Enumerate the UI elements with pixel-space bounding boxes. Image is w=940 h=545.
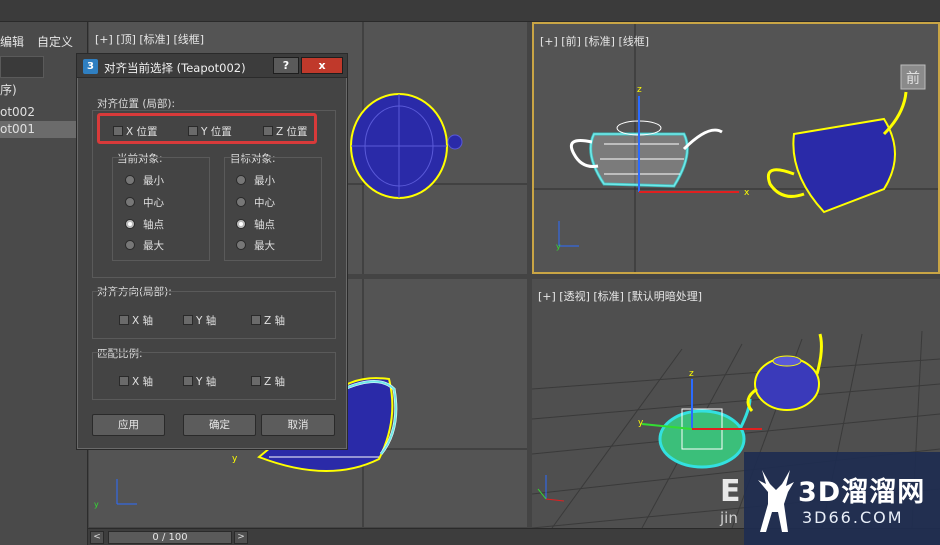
menu-customize[interactable]: 自定义 xyxy=(37,33,73,50)
current-center-radio[interactable]: 中心 xyxy=(125,195,164,210)
deer-logo-icon xyxy=(758,470,794,532)
axis-tripod-left: y y xyxy=(94,454,238,509)
highlight-annotation xyxy=(97,113,317,144)
teapot-top-view xyxy=(350,93,463,199)
list-item-teapot002[interactable]: ot002 xyxy=(0,104,88,121)
target-max-radio[interactable]: 最大 xyxy=(236,238,275,253)
align-selection-dialog: 3 对齐当前选择 (Teapot002) ? x 对齐位置 (局部): X 位置… xyxy=(76,53,348,450)
name-filter-input[interactable] xyxy=(0,56,44,78)
scale-z-checkbox[interactable]: Z 轴 xyxy=(251,374,285,389)
cancel-button[interactable]: 取消 xyxy=(261,414,335,436)
menu-edit[interactable]: 编辑 xyxy=(0,33,24,50)
current-pivot-radio[interactable]: 轴点 xyxy=(125,217,164,232)
dialog-title: 对齐当前选择 (Teapot002) xyxy=(104,61,246,75)
list-item-teapot001[interactable]: ot001 xyxy=(0,121,88,138)
ok-button[interactable]: 确定 xyxy=(183,414,256,436)
svg-text:z: z xyxy=(637,85,642,95)
watermark-logo-fragment: jin xyxy=(719,509,738,527)
svg-text:y: y xyxy=(94,500,99,509)
left-panel: 编辑 自定义 序)▾ ot002 ot001 xyxy=(0,22,88,545)
scale-y-checkbox[interactable]: Y 轴 xyxy=(183,374,216,389)
viewport-front-label[interactable]: [+] [前] [标准] [线框] xyxy=(540,33,649,49)
target-center-radio[interactable]: 中心 xyxy=(236,195,275,210)
top-toolbar xyxy=(0,0,940,22)
apply-button[interactable]: 应用 xyxy=(92,414,165,436)
list-header: 序)▾ xyxy=(0,83,82,97)
axis-tripod-perspective xyxy=(537,475,565,502)
svg-text:z: z xyxy=(689,369,694,379)
orient-z-checkbox[interactable]: Z 轴 xyxy=(251,313,285,328)
viewport-perspective-label[interactable]: [+] [透视] [标准] [默认明暗处理] xyxy=(538,288,702,304)
help-button[interactable]: ? xyxy=(273,57,299,74)
watermark-logo-letter: E xyxy=(720,474,741,509)
svg-text:y: y xyxy=(232,454,238,464)
current-min-radio[interactable]: 最小 xyxy=(125,173,164,188)
view-cube-front: 前 xyxy=(900,64,926,90)
teapot-front-blue xyxy=(767,91,908,214)
watermark: 3D溜溜网 3D66.COM xyxy=(744,452,940,545)
app-icon: 3 xyxy=(83,59,98,74)
next-frame-button[interactable]: > xyxy=(234,531,248,544)
time-slider-thumb[interactable]: 0 / 100 xyxy=(108,531,232,544)
current-max-radio[interactable]: 最大 xyxy=(125,238,164,253)
prev-frame-button[interactable]: < xyxy=(90,531,104,544)
svg-text:x: x xyxy=(744,188,750,198)
svg-text:y: y xyxy=(556,242,561,251)
target-pivot-radio[interactable]: 轴点 xyxy=(236,217,275,232)
viewport-top-label[interactable]: [+] [顶] [标准] [线框] xyxy=(95,31,204,47)
dialog-titlebar[interactable]: 3 对齐当前选择 (Teapot002) ? x xyxy=(77,54,347,78)
axis-tripod-front: y xyxy=(556,221,579,251)
teapot-perspective-green xyxy=(658,398,752,469)
target-min-radio[interactable]: 最小 xyxy=(236,173,275,188)
watermark-url: 3D66.COM xyxy=(802,508,904,527)
orient-x-checkbox[interactable]: X 轴 xyxy=(119,313,153,328)
svg-text:y: y xyxy=(638,418,644,428)
align-position-label: 对齐位置 (局部): xyxy=(97,98,176,110)
close-button[interactable]: x xyxy=(301,57,343,74)
scale-x-checkbox[interactable]: X 轴 xyxy=(119,374,153,389)
view-cube-label: 前 xyxy=(906,70,920,87)
teapot-wireframe-selected xyxy=(569,120,723,188)
orient-y-checkbox[interactable]: Y 轴 xyxy=(183,313,216,328)
watermark-brand: 3D溜溜网 xyxy=(798,477,926,508)
viewport-front[interactable]: z x 前 y [+] [前] [标准] [线框] xyxy=(532,22,940,274)
front-viewport-scene: z x 前 y xyxy=(534,24,938,272)
